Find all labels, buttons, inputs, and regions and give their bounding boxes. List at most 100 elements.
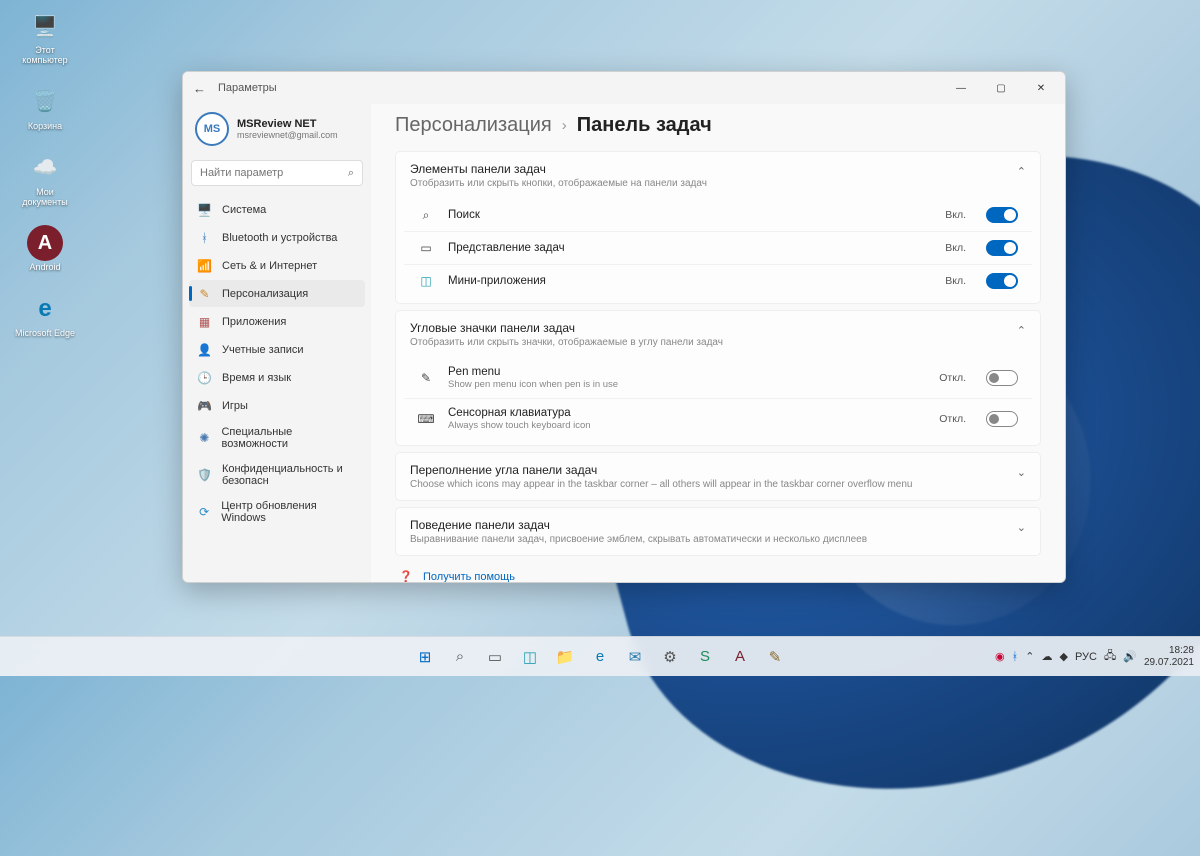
tray-clock[interactable]: 18:28 29.07.2021 <box>1144 645 1194 668</box>
nav-item-9[interactable]: 🛡️ Конфиденциальность и безопасн <box>189 457 365 493</box>
nav-item-1[interactable]: ᚼ Bluetooth и устройства <box>189 224 365 251</box>
nav-icon: ⟳ <box>197 505 211 520</box>
panel-header-behavior[interactable]: Поведение панели задач Выравнивание пане… <box>396 508 1040 555</box>
nav-label: Конфиденциальность и безопасн <box>222 463 357 487</box>
toggle[interactable] <box>986 240 1018 256</box>
nav-item-5[interactable]: 👤Учетные записи <box>189 336 365 363</box>
chevron-up-icon: ⌃ <box>1017 165 1026 178</box>
row-title: Поиск <box>448 209 931 221</box>
help-icon: ❓ <box>399 570 413 582</box>
row-icon: ▭ <box>418 240 434 256</box>
panel-taskbar-items: Элементы панели задач Отобразить или скр… <box>395 151 1041 304</box>
nav-label: Время и язык <box>222 372 291 384</box>
row-sub: Show pen menu icon when pen is in use <box>448 379 925 390</box>
nav-icon: ▦ <box>197 314 212 329</box>
setting-row: ▭Представление задачВкл. <box>404 231 1032 264</box>
maximize-button[interactable]: ▢ <box>981 74 1021 102</box>
row-icon: ✎ <box>418 370 434 386</box>
desktop-icon-onedrive[interactable]: ☁️Мои документы <box>14 150 76 208</box>
tray-bluetooth2-icon[interactable]: ᚼ <box>1012 651 1019 663</box>
profile-name: MSReview NET <box>237 118 338 130</box>
edge-icon: e <box>38 295 51 323</box>
nav-item-6[interactable]: 🕒 Время и язык <box>189 364 365 391</box>
tray-chevron-up-icon[interactable]: ⌃ <box>1025 650 1034 663</box>
nav-item-3[interactable]: ✎Персонализация <box>189 280 365 307</box>
panel-overflow: Переполнение угла панели задач Choose wh… <box>395 452 1041 501</box>
back-button[interactable]: ← <box>193 81 206 96</box>
nav: 🖥️Система ᚼ Bluetooth и устройства 📶 Сеть & … <box>189 196 365 530</box>
nav-label: Приложения <box>222 316 286 328</box>
nav-icon: 🕒 <box>197 370 212 385</box>
nav-item-10[interactable]: ⟳Центр обновления Windows <box>189 494 365 530</box>
tray-shield-icon[interactable]: ◆ <box>1059 650 1067 663</box>
taskbar-app-2[interactable]: ▭ <box>480 642 510 672</box>
close-button[interactable]: ✕ <box>1021 74 1061 102</box>
nav-item-2[interactable]: 📶 Сеть & и Интернет <box>189 252 365 279</box>
taskbar: ⊞⌕▭◫📁e✉⚙SA✎ ◉ ᚼ ⌃ ☁ ◆ РУС 🖧 🔊 18:28 29.0… <box>0 636 1200 676</box>
setting-row: ⌨Сенсорная клавиатураAlways show touch k… <box>404 398 1032 439</box>
desktop-icon-recycle[interactable]: 🗑️Корзина <box>14 84 76 132</box>
nav-item-7[interactable]: 🎮Игры <box>189 392 365 419</box>
desktop-icon-computer[interactable]: 🖥️Этот компьютер <box>14 8 76 66</box>
row-state: Вкл. <box>945 242 966 254</box>
tray-onedrive-icon[interactable]: ☁ <box>1041 650 1052 663</box>
toggle[interactable] <box>986 370 1018 386</box>
nav-icon: 🛡️ <box>197 468 212 483</box>
taskbar-app-3[interactable]: ◫ <box>515 642 545 672</box>
nav-item-0[interactable]: 🖥️Система <box>189 196 365 223</box>
computer-icon: 🖥️ <box>33 14 58 39</box>
tray-lang[interactable]: РУС <box>1075 651 1097 663</box>
panel-behavior: Поведение панели задач Выравнивание пане… <box>395 507 1041 556</box>
taskbar-center: ⊞⌕▭◫📁e✉⚙SA✎ <box>410 642 790 672</box>
taskbar-app-7[interactable]: ⚙ <box>655 642 685 672</box>
search-box[interactable]: ⌕ <box>191 160 363 186</box>
taskbar-app-6[interactable]: ✉ <box>620 642 650 672</box>
recycle-icon: 🗑️ <box>33 89 58 114</box>
search-input[interactable] <box>200 167 348 179</box>
titlebar: ← Параметры ― ▢ ✕ <box>183 72 1065 104</box>
app-title: Параметры <box>218 82 277 94</box>
search-icon: ⌕ <box>348 167 354 180</box>
panel-header-overflow[interactable]: Переполнение угла панели задач Choose wh… <box>396 453 1040 500</box>
avatar: MS <box>195 112 229 146</box>
chevron-down-icon: ⌄ <box>1017 466 1026 479</box>
taskbar-app-8[interactable]: S <box>690 642 720 672</box>
row-state: Вкл. <box>945 275 966 287</box>
taskbar-app-0[interactable]: ⊞ <box>410 642 440 672</box>
nav-label: Персонализация <box>222 288 308 300</box>
minimize-button[interactable]: ― <box>941 74 981 102</box>
row-state: Вкл. <box>945 209 966 221</box>
row-state: Откл. <box>939 413 966 425</box>
desktop-icon-android[interactable]: AAndroid <box>14 225 76 273</box>
taskbar-app-5[interactable]: e <box>585 642 615 672</box>
tray-bluetooth-icon[interactable]: ◉ <box>995 650 1005 663</box>
nav-icon: ᚼ <box>197 230 212 245</box>
taskbar-app-1[interactable]: ⌕ <box>445 642 475 672</box>
desktop-icon-edge[interactable]: eMicrosoft Edge <box>14 291 76 339</box>
tray-network-icon[interactable]: 🖧 <box>1104 647 1116 666</box>
get-help-link[interactable]: ❓Получить помощь <box>399 570 1037 582</box>
nav-icon: 📶 <box>197 258 212 273</box>
nav-label: Учетные записи <box>222 344 304 356</box>
tray-volume-icon[interactable]: 🔊 <box>1123 650 1137 663</box>
breadcrumb-current: Панель задач <box>577 114 712 137</box>
panel-header-items[interactable]: Элементы панели задач Отобразить или скр… <box>396 152 1040 199</box>
nav-label: Bluetooth и устройства <box>222 232 337 244</box>
panel-corner-icons: Угловые значки панели задач Отобразить и… <box>395 310 1041 446</box>
toggle[interactable] <box>986 273 1018 289</box>
row-title: Pen menu <box>448 366 925 378</box>
breadcrumb-root[interactable]: Персонализация <box>395 114 552 137</box>
row-title: Сенсорная клавиатура <box>448 407 925 419</box>
nav-label: Система <box>222 204 266 216</box>
profile[interactable]: MS MSReview NET msreviewnet@gmail.com <box>189 104 365 156</box>
toggle[interactable] <box>986 207 1018 223</box>
taskbar-app-10[interactable]: ✎ <box>760 642 790 672</box>
panel-header-corner[interactable]: Угловые значки панели задач Отобразить и… <box>396 311 1040 358</box>
taskbar-app-4[interactable]: 📁 <box>550 642 580 672</box>
nav-item-8[interactable]: ✺Специальные возможности <box>189 420 365 456</box>
nav-item-4[interactable]: ▦ Приложения <box>189 308 365 335</box>
toggle[interactable] <box>986 411 1018 427</box>
nav-label: Сеть & и Интернет <box>222 260 317 272</box>
row-icon: ⌕ <box>418 207 434 223</box>
taskbar-app-9[interactable]: A <box>725 642 755 672</box>
